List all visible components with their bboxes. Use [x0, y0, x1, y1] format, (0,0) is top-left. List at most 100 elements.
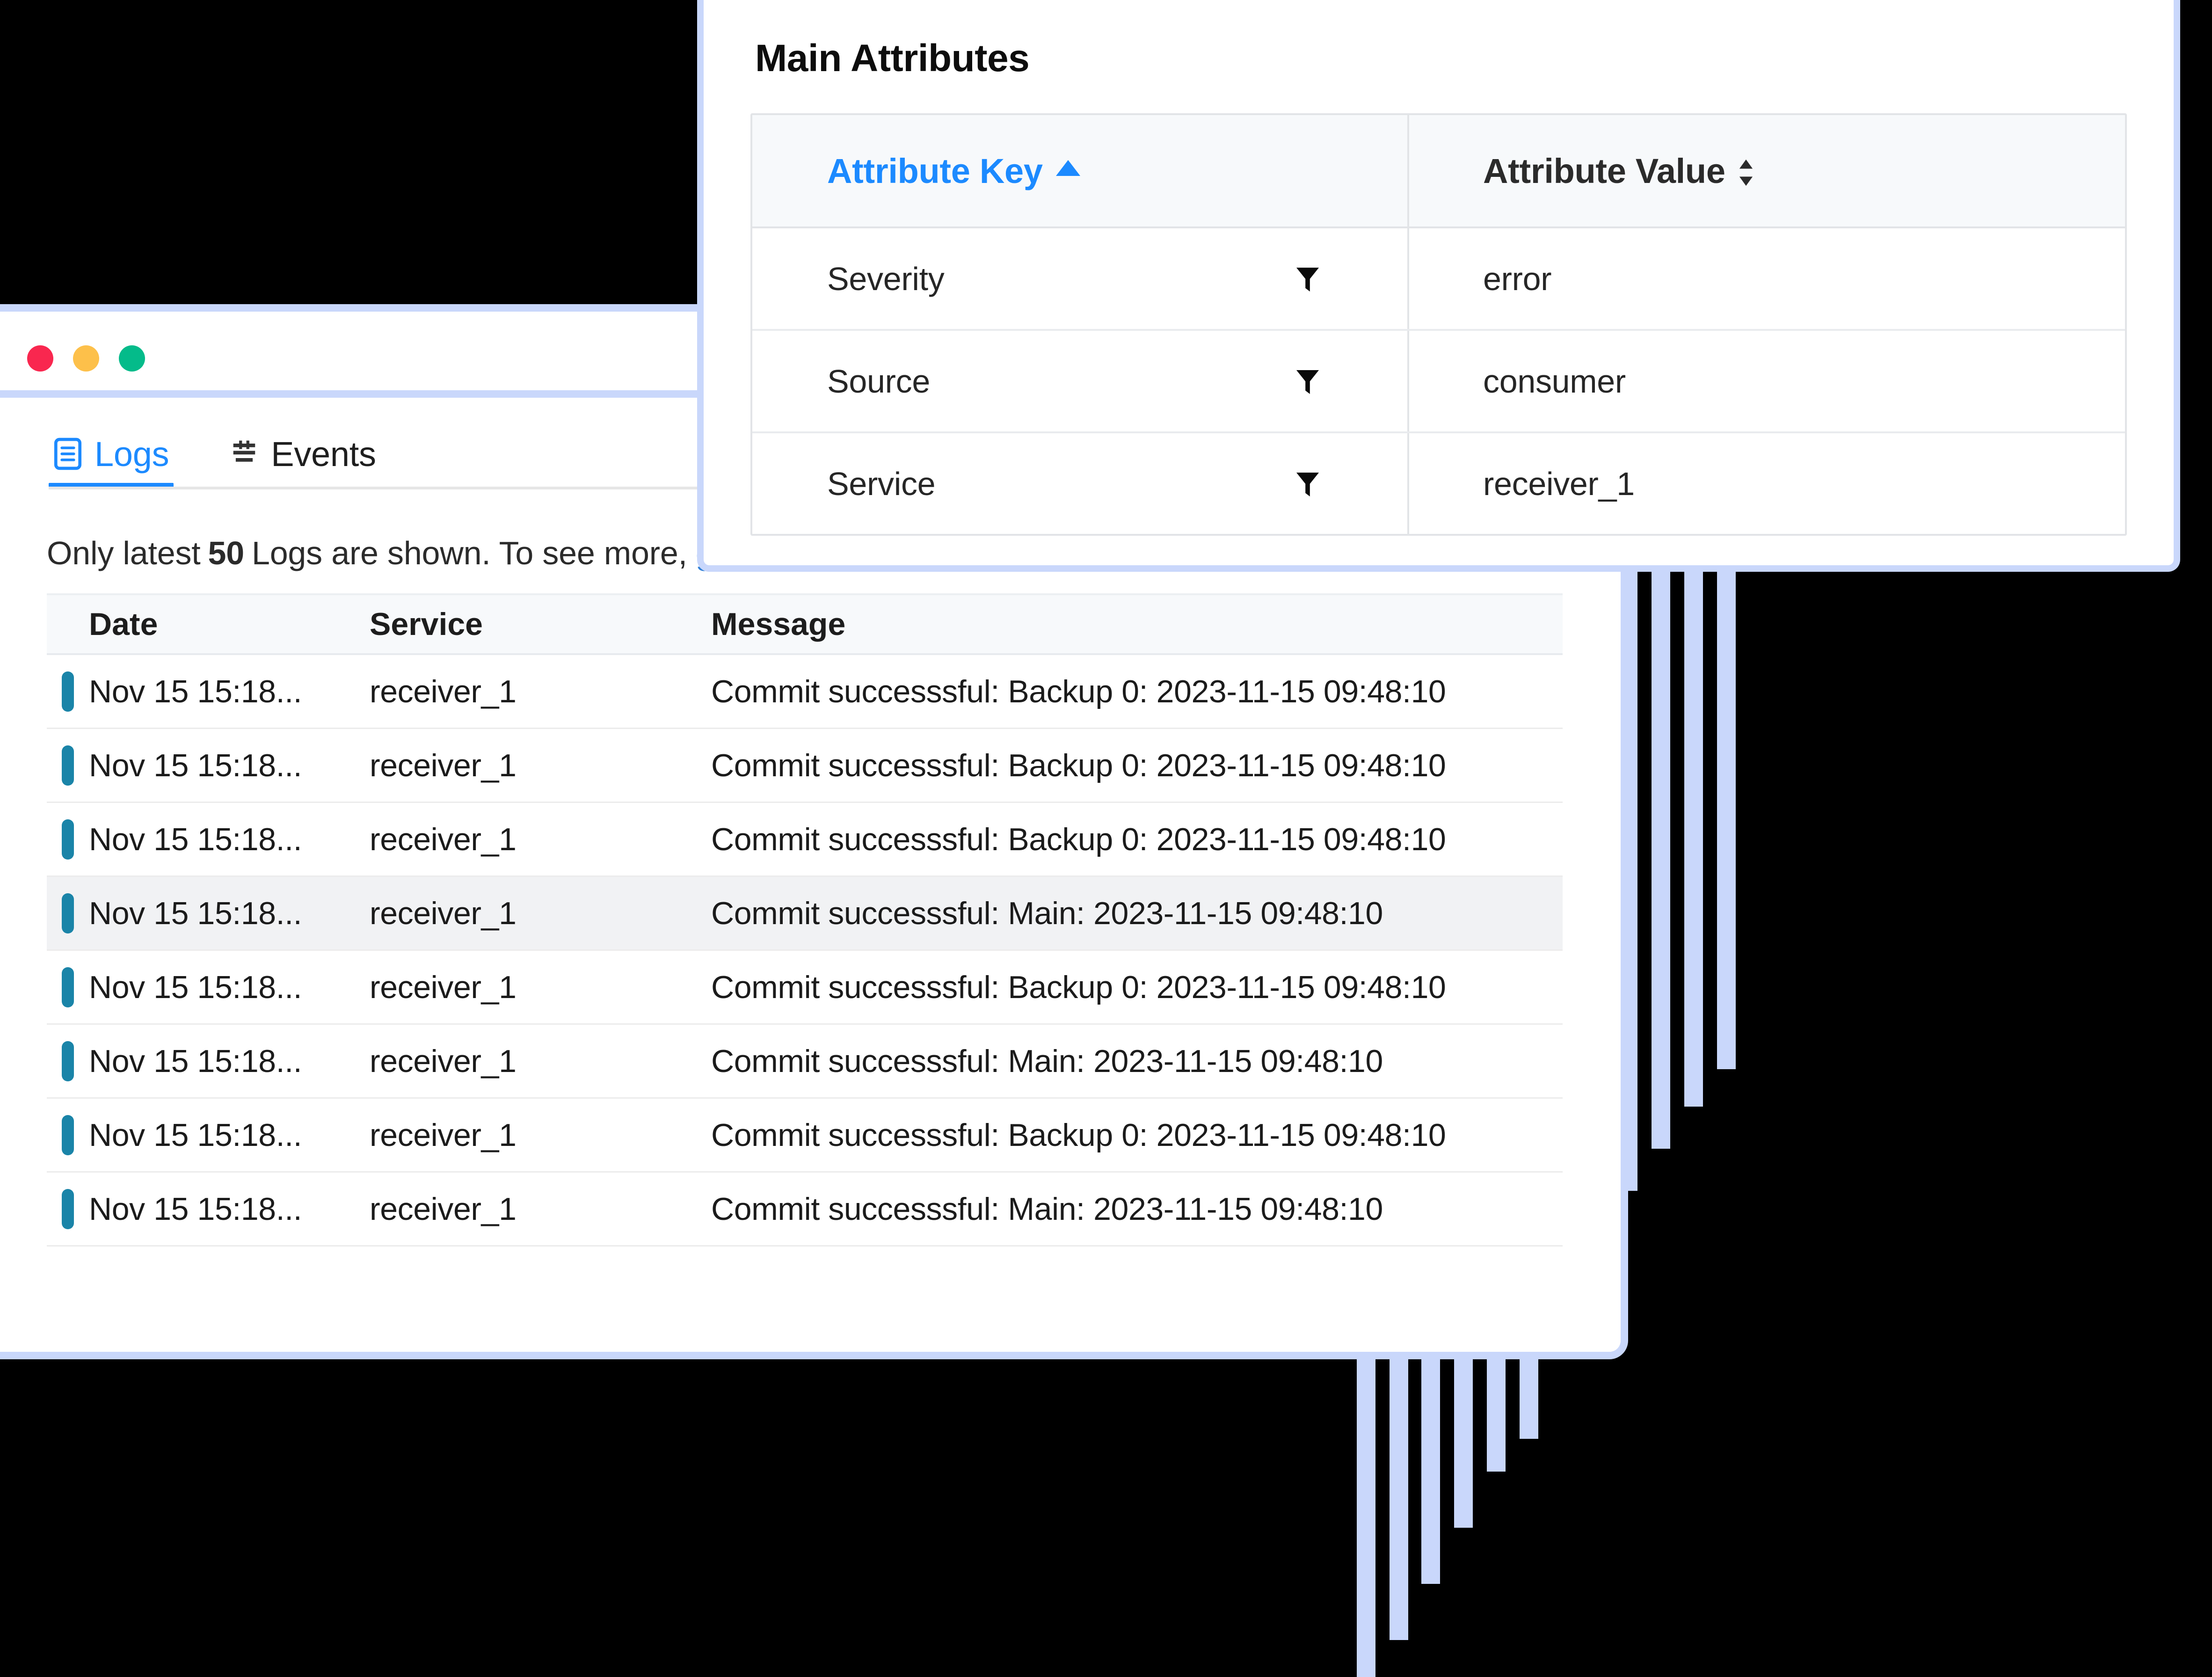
attribute-value-cell: receiver_1: [1407, 433, 2125, 534]
column-header-message[interactable]: Message: [711, 606, 1563, 642]
attribute-key-text: Source: [827, 363, 930, 400]
log-message: Commit successsful: Main: 2023-11-15 09:…: [711, 1191, 1383, 1227]
events-list-icon: [230, 438, 259, 469]
severity-pill-icon: [62, 671, 74, 712]
decorative-bar: [1717, 564, 1736, 1069]
filter-icon[interactable]: [1295, 265, 1321, 293]
logs-table-body: Nov 15 15:18... receiver_1 Commit successs…: [47, 655, 1563, 1247]
log-message: Commit successsful: Backup 0: 2023-11-15…: [711, 673, 1446, 709]
attribute-value-cell: error: [1407, 228, 2125, 329]
table-row[interactable]: Nov 15 15:18... receiver_1 Commit successs…: [47, 951, 1563, 1025]
logs-table: Date Service Message Nov 15 15:18... rece…: [47, 593, 1563, 1247]
severity-indicator-cell: [47, 893, 89, 933]
severity-indicator-cell: [47, 967, 89, 1007]
attribute-value-text: error: [1483, 260, 1552, 297]
attribute-row: Service receiver_1: [752, 433, 2125, 534]
tab-events-label: Events: [271, 434, 376, 474]
log-date: Nov 15 15:18...: [89, 1043, 302, 1079]
severity-pill-icon: [62, 967, 74, 1007]
attributes-table-header: Attribute Key Attribute Value: [752, 115, 2125, 228]
log-service: receiver_1: [370, 747, 517, 783]
log-service: receiver_1: [370, 1191, 517, 1227]
log-service: receiver_1: [370, 895, 517, 931]
table-row[interactable]: Nov 15 15:18... receiver_1 Commit successs…: [47, 877, 1563, 951]
severity-pill-icon: [62, 1115, 74, 1155]
decorative-bar: [1390, 1359, 1408, 1640]
severity-indicator-cell: [47, 1188, 89, 1229]
decorative-bar: [1454, 1359, 1473, 1528]
log-message: Commit successsful: Backup 0: 2023-11-15…: [711, 821, 1446, 857]
attribute-key-text: Service: [827, 465, 936, 502]
log-date: Nov 15 15:18...: [89, 821, 302, 857]
log-service: receiver_1: [370, 1117, 517, 1153]
severity-indicator-cell: [47, 745, 89, 786]
log-date: Nov 15 15:18...: [89, 895, 302, 931]
sort-ascending-icon[interactable]: [1055, 160, 1080, 176]
column-header-date[interactable]: Date: [89, 606, 370, 642]
decorative-bar: [1652, 564, 1670, 1149]
close-window-button[interactable]: [27, 345, 53, 372]
log-service: receiver_1: [370, 821, 517, 857]
attributes-table: Attribute Key Attribute Value Severity er…: [750, 113, 2127, 536]
traffic-light-controls: [27, 345, 145, 372]
main-attributes-card: Main Attributes Attribute Key Attribute …: [697, 0, 2180, 572]
severity-pill-icon: [62, 819, 74, 860]
maximize-window-button[interactable]: [119, 345, 145, 372]
attributes-table-body: Severity error Source consumer Service receiv…: [752, 228, 2125, 534]
filter-icon[interactable]: [1295, 367, 1321, 395]
document-lines-icon: [53, 437, 82, 471]
log-service: receiver_1: [370, 673, 517, 709]
logs-table-header: Date Service Message: [47, 593, 1563, 655]
attribute-value-label: Attribute Value: [1483, 151, 1725, 190]
column-header-attribute-value[interactable]: Attribute Value: [1407, 115, 2125, 226]
decorative-bar: [1357, 1359, 1375, 1677]
table-row[interactable]: Nov 15 15:18... receiver_1 Commit successs…: [47, 1099, 1563, 1173]
tab-logs-label: Logs: [95, 434, 169, 474]
log-service: receiver_1: [370, 969, 517, 1005]
severity-pill-icon: [62, 1041, 74, 1081]
attribute-value-cell: consumer: [1407, 331, 2125, 431]
table-row[interactable]: Nov 15 15:18... receiver_1 Commit successs…: [47, 655, 1563, 729]
tab-events[interactable]: Events: [225, 418, 380, 489]
decorative-bar: [1487, 1359, 1506, 1472]
log-message: Commit successsful: Backup 0: 2023-11-15…: [711, 1117, 1446, 1153]
table-row[interactable]: Nov 15 15:18... receiver_1 Commit successs…: [47, 803, 1563, 877]
log-date: Nov 15 15:18...: [89, 1117, 302, 1153]
column-header-attribute-key[interactable]: Attribute Key: [752, 151, 1407, 191]
note-count: 50: [208, 535, 245, 571]
note-middle: Logs are shown. To see more,: [251, 535, 687, 571]
column-header-service[interactable]: Service: [370, 606, 711, 642]
attribute-row: Source consumer: [752, 331, 2125, 433]
log-message: Commit successsful: Main: 2023-11-15 09:…: [711, 895, 1383, 931]
log-date: Nov 15 15:18...: [89, 969, 302, 1005]
note-prefix: Only latest: [47, 535, 201, 571]
severity-pill-icon: [62, 893, 74, 933]
attribute-key-label: Attribute Key: [827, 151, 1043, 190]
severity-pill-icon: [62, 745, 74, 786]
attribute-key-text: Severity: [827, 260, 945, 297]
sort-both-directions-icon[interactable]: [1738, 158, 1754, 187]
attribute-value-text: consumer: [1483, 363, 1626, 400]
severity-indicator-cell: [47, 1115, 89, 1155]
table-row[interactable]: Nov 15 15:18... receiver_1 Commit successs…: [47, 729, 1563, 803]
filter-icon[interactable]: [1295, 470, 1321, 498]
table-row[interactable]: Nov 15 15:18... receiver_1 Commit successs…: [47, 1173, 1563, 1247]
attribute-row: Severity error: [752, 228, 2125, 331]
log-date: Nov 15 15:18...: [89, 747, 302, 783]
minimize-window-button[interactable]: [73, 345, 99, 372]
main-attributes-title: Main Attributes: [755, 37, 1030, 80]
log-message: Commit successsful: Backup 0: 2023-11-15…: [711, 747, 1446, 783]
decorative-bar: [1684, 564, 1703, 1107]
severity-indicator-cell: [47, 1041, 89, 1081]
log-message: Commit successsful: Backup 0: 2023-11-15…: [711, 969, 1446, 1005]
log-service: receiver_1: [370, 1043, 517, 1079]
tab-logs[interactable]: Logs: [49, 418, 174, 489]
log-date: Nov 15 15:18...: [89, 673, 302, 709]
table-row[interactable]: Nov 15 15:18... receiver_1 Commit successs…: [47, 1025, 1563, 1099]
log-message: Commit successsful: Main: 2023-11-15 09:…: [711, 1043, 1383, 1079]
log-date: Nov 15 15:18...: [89, 1191, 302, 1227]
decorative-bar: [1421, 1359, 1440, 1584]
severity-indicator-cell: [47, 819, 89, 860]
attribute-key-cell: Severity: [752, 260, 1407, 298]
attribute-value-text: receiver_1: [1483, 465, 1635, 502]
